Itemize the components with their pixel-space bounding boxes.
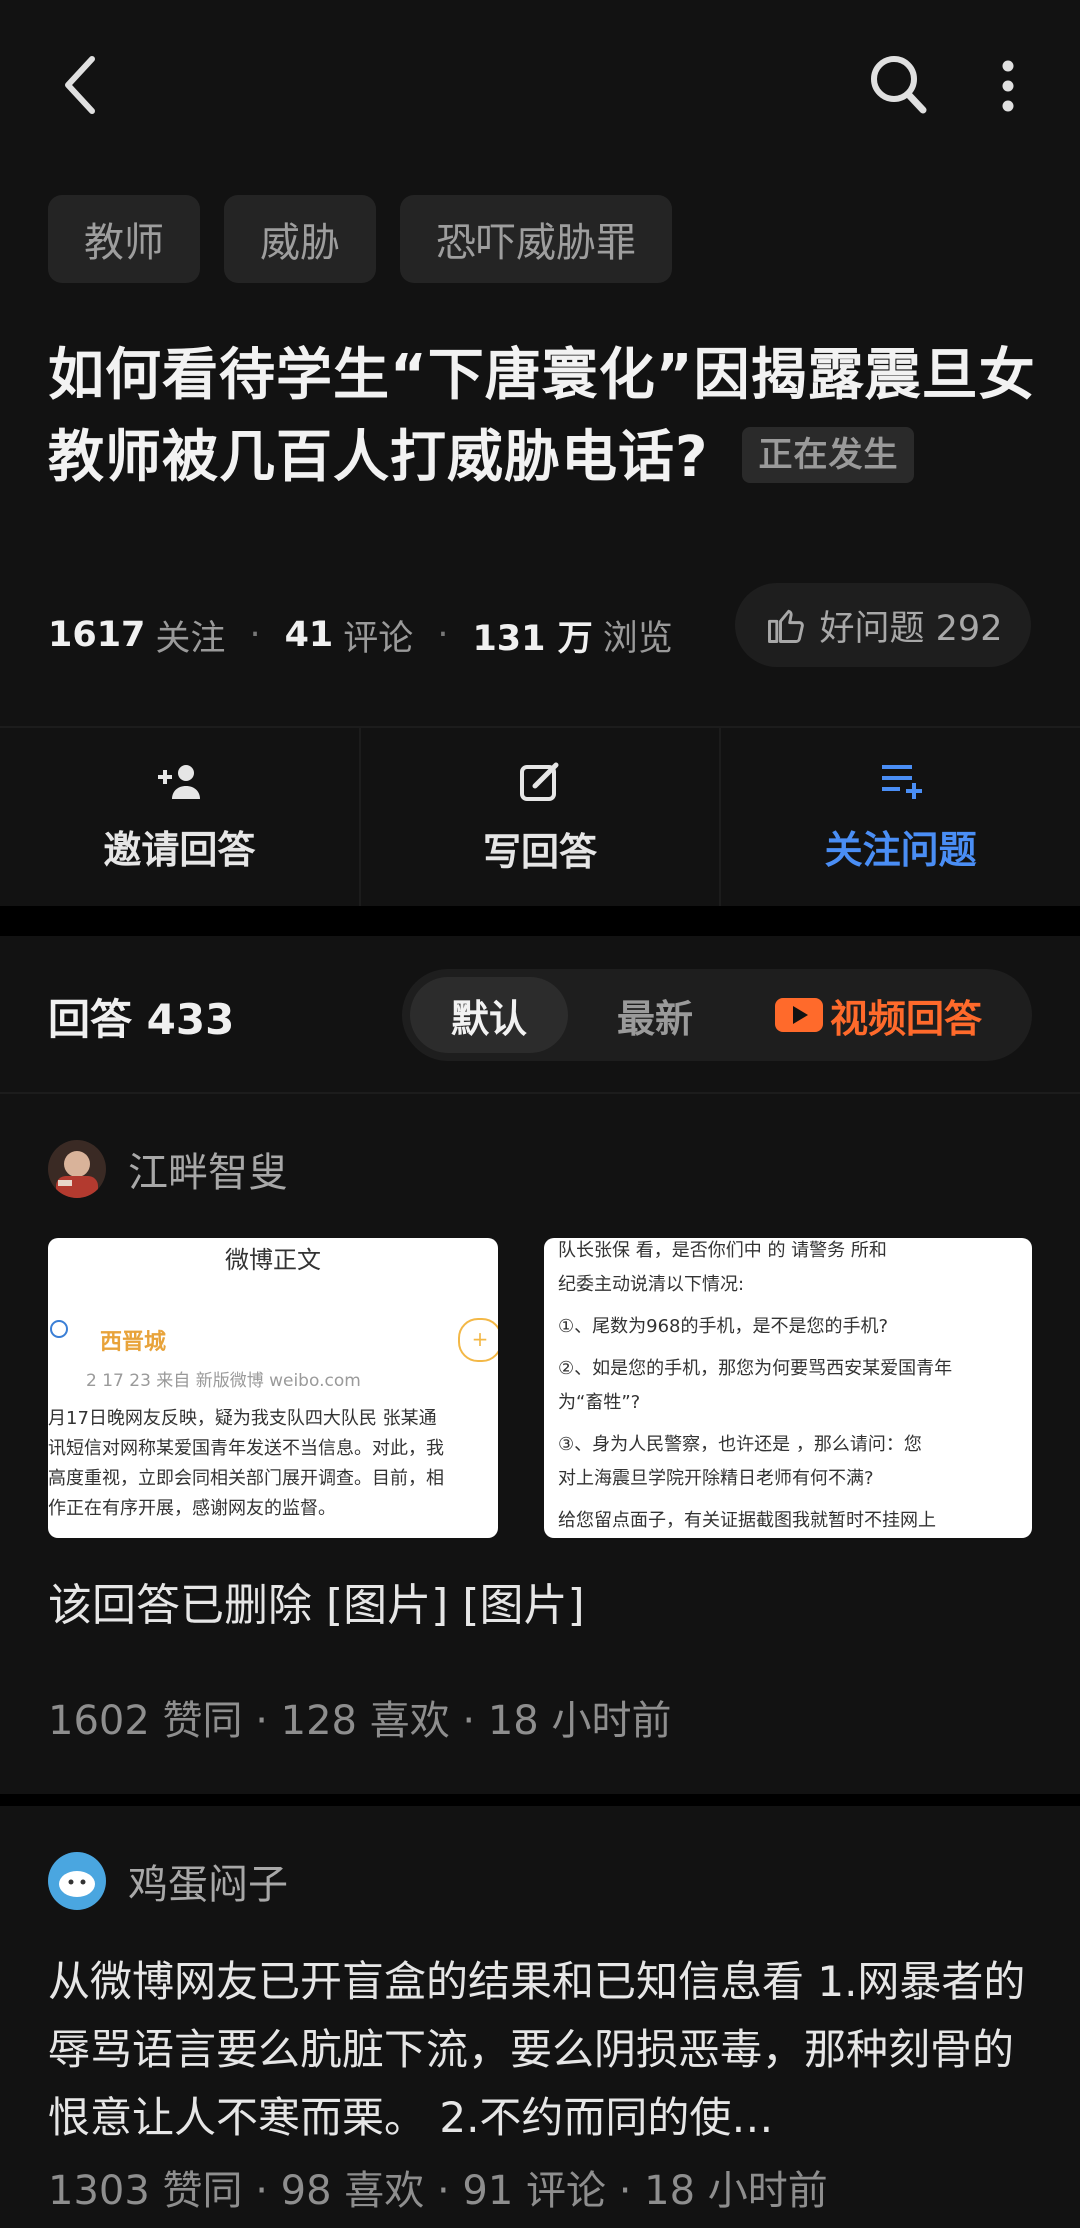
image-line: 纪委主动说清以下情况: xyxy=(558,1274,745,1295)
invite-answer-button[interactable]: 邀请回答 xyxy=(0,728,359,906)
answer-meta: 1303 赞同 · 98 喜欢 · 91 评论 · 18 小时前 xyxy=(48,2168,828,2214)
action-label: 关注问题 xyxy=(824,827,977,872)
image-line: 高度重视，立即会同相关部门展开调查。目前，相 xyxy=(48,1468,444,1489)
image-body: 队长张保 看，是否你们中 的 请警务 所和 纪委主动说清以下情况: ①、尾数为9… xyxy=(558,1238,1028,1538)
answer-text[interactable]: 从微博网友已开盲盒的结果和已知信息看 1.网暴者的辱骂语言要么肮脏下流，要么阴损… xyxy=(48,1948,1032,2152)
search-icon xyxy=(871,56,927,114)
add-list-icon xyxy=(881,764,922,799)
view-count: 131 万 xyxy=(472,618,593,659)
good-question-button[interactable]: 好问题 292 xyxy=(735,583,1031,667)
answer-card[interactable]: 江畔智叟 微博正文 西晋城 + 2 17 23 来自 新版微博 weibo.co… xyxy=(0,1094,1080,1792)
answer-author[interactable]: 江畔智叟 xyxy=(48,1140,288,1198)
topic-tag[interactable]: 恐吓威胁罪 xyxy=(400,195,672,283)
image-line: 对上海震旦学院开除精日老师有何不满? xyxy=(558,1468,874,1489)
more-vertical-icon xyxy=(1002,60,1014,112)
image-body: 月17日晚网友反映，疑为我支队四大队民 张某通 讯短信对网称某爱国青年发送不当信… xyxy=(48,1404,498,1524)
verified-icon xyxy=(50,1320,68,1338)
question-stats: 1617 关注 · 41 评论 · 131 万 浏览 xyxy=(48,600,673,670)
video-answers-label: 视频回答 xyxy=(830,996,983,1041)
search-button[interactable] xyxy=(858,44,938,124)
topic-tag[interactable]: 教师 xyxy=(48,195,200,283)
section-divider xyxy=(0,1794,1080,1806)
section-divider xyxy=(0,906,1080,936)
image-line: 讯短信对网称某爱国青年发送不当信息。对此，我 xyxy=(48,1438,444,1459)
thumbs-up-icon xyxy=(767,609,804,643)
answer-text[interactable]: 该回答已删除 [图片] [图片] xyxy=(48,1572,1032,1640)
follow-count: 1617 xyxy=(48,615,146,655)
sort-switch: 默认 最新 视频回答 xyxy=(402,969,1032,1061)
answer-card[interactable]: 鸡蛋闷子 从微博网友已开盲盒的结果和已知信息看 1.网暴者的辱骂语言要么肮脏下流… xyxy=(0,1806,1080,2228)
action-label: 写回答 xyxy=(483,829,598,874)
answer-meta: 1602 赞同 · 128 喜欢 · 18 小时前 xyxy=(48,1698,672,1744)
image-line: ③、身为人民警察，也许还是 ，那么请问：您 xyxy=(558,1434,922,1455)
video-answers-tab[interactable]: 视频回答 xyxy=(774,977,982,1053)
follow-plus-icon: + xyxy=(458,1318,498,1362)
edit-icon xyxy=(520,762,559,801)
live-badge: 正在发生 xyxy=(742,426,915,483)
action-label: 邀请回答 xyxy=(103,827,256,872)
write-answer-button[interactable]: 写回答 xyxy=(358,728,720,906)
sort-default-tab[interactable]: 默认 xyxy=(410,977,568,1053)
separator-dot: · xyxy=(437,615,449,655)
answers-count: 回答 433 xyxy=(48,995,235,1044)
topic-tag[interactable]: 威胁 xyxy=(224,195,376,283)
answer-image[interactable]: 队长张保 看，是否你们中 的 请警务 所和 纪委主动说清以下情况: ①、尾数为9… xyxy=(544,1238,1032,1538)
avatar xyxy=(48,1140,106,1198)
image-line: ②、如是您的手机，那您为何要骂西安某爱国青年 xyxy=(558,1358,953,1379)
image-weibo-name: 西晋城 xyxy=(100,1330,167,1355)
question-title: 如何看待学生“下唐寰化”因揭露震旦女教师被几百人打威胁电话? 正在发生 xyxy=(48,335,1038,499)
answers-header: 回答 433 默认 最新 视频回答 xyxy=(0,936,1080,1094)
add-person-icon xyxy=(158,764,201,799)
sort-latest-tab[interactable]: 最新 xyxy=(576,977,734,1053)
comment-count: 41 xyxy=(284,615,334,655)
author-name: 江畔智叟 xyxy=(128,1150,288,1196)
follow-question-button[interactable]: 关注问题 xyxy=(719,728,1080,906)
question-actions: 邀请回答 写回答 关注问题 xyxy=(0,726,1080,908)
separator-dot: · xyxy=(249,615,261,655)
image-header: 微博正文 xyxy=(225,1246,321,1274)
image-time: 2 17 23 来自 新版微博 weibo.com xyxy=(86,1371,361,1391)
view-label: 浏览 xyxy=(602,618,673,659)
image-line: 作正在有序开展，感谢网友的监督。 xyxy=(48,1498,336,1519)
author-name: 鸡蛋闷子 xyxy=(128,1862,288,1908)
chevron-left-icon xyxy=(65,56,95,114)
answer-author[interactable]: 鸡蛋闷子 xyxy=(48,1852,288,1910)
image-line: 队长张保 看，是否你们中 的 请警务 所和 xyxy=(558,1240,887,1261)
back-button[interactable] xyxy=(40,40,120,130)
image-line: 月17日晚网友反映，疑为我支队四大队民 张某通 xyxy=(48,1408,437,1429)
image-line: 为“畜牲”? xyxy=(558,1392,641,1413)
image-line: 给您留点面子，有关证据截图我就暂时不挂网上 xyxy=(558,1510,936,1531)
avatar xyxy=(48,1852,106,1910)
answer-image[interactable]: 微博正文 西晋城 + 2 17 23 来自 新版微博 weibo.com 月17… xyxy=(48,1238,498,1538)
topic-tags: 教师 威胁 恐吓威胁罪 xyxy=(48,195,672,283)
image-line: ①、尾数为968的手机，是不是您的手机? xyxy=(558,1316,889,1337)
follow-label: 关注 xyxy=(155,618,226,659)
comment-label[interactable]: 评论 xyxy=(343,610,413,661)
more-button[interactable] xyxy=(980,50,1036,122)
good-question-label: 好问题 292 xyxy=(819,608,1003,649)
video-play-icon xyxy=(775,998,823,1032)
